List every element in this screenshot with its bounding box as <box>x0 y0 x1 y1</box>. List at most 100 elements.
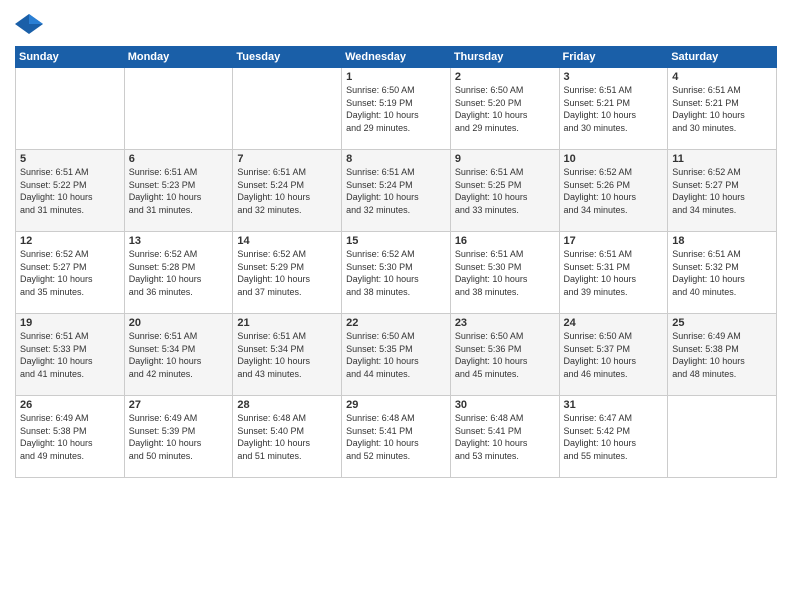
day-info: Sunrise: 6:48 AM Sunset: 5:40 PM Dayligh… <box>237 412 337 462</box>
day-info: Sunrise: 6:51 AM Sunset: 5:24 PM Dayligh… <box>346 166 446 216</box>
day-info: Sunrise: 6:52 AM Sunset: 5:30 PM Dayligh… <box>346 248 446 298</box>
day-info: Sunrise: 6:50 AM Sunset: 5:37 PM Dayligh… <box>564 330 664 380</box>
logo-icon <box>15 10 43 38</box>
day-number: 27 <box>129 399 229 411</box>
day-number: 6 <box>129 153 229 165</box>
week-row-5: 26Sunrise: 6:49 AM Sunset: 5:38 PM Dayli… <box>16 396 777 478</box>
day-info: Sunrise: 6:51 AM Sunset: 5:22 PM Dayligh… <box>20 166 120 216</box>
day-number: 11 <box>672 153 772 165</box>
day-number: 23 <box>455 317 555 329</box>
day-info: Sunrise: 6:52 AM Sunset: 5:29 PM Dayligh… <box>237 248 337 298</box>
day-info: Sunrise: 6:49 AM Sunset: 5:39 PM Dayligh… <box>129 412 229 462</box>
calendar-cell: 8Sunrise: 6:51 AM Sunset: 5:24 PM Daylig… <box>342 150 451 232</box>
logo <box>15 10 47 38</box>
day-info: Sunrise: 6:51 AM Sunset: 5:34 PM Dayligh… <box>237 330 337 380</box>
calendar-body: 1Sunrise: 6:50 AM Sunset: 5:19 PM Daylig… <box>16 68 777 478</box>
day-info: Sunrise: 6:49 AM Sunset: 5:38 PM Dayligh… <box>672 330 772 380</box>
day-info: Sunrise: 6:51 AM Sunset: 5:32 PM Dayligh… <box>672 248 772 298</box>
day-info: Sunrise: 6:51 AM Sunset: 5:23 PM Dayligh… <box>129 166 229 216</box>
day-info: Sunrise: 6:51 AM Sunset: 5:34 PM Dayligh… <box>129 330 229 380</box>
day-info: Sunrise: 6:47 AM Sunset: 5:42 PM Dayligh… <box>564 412 664 462</box>
day-number: 19 <box>20 317 120 329</box>
day-number: 29 <box>346 399 446 411</box>
calendar-cell: 7Sunrise: 6:51 AM Sunset: 5:24 PM Daylig… <box>233 150 342 232</box>
page: SundayMondayTuesdayWednesdayThursdayFrid… <box>0 0 792 612</box>
week-row-3: 12Sunrise: 6:52 AM Sunset: 5:27 PM Dayli… <box>16 232 777 314</box>
calendar-cell: 4Sunrise: 6:51 AM Sunset: 5:21 PM Daylig… <box>668 68 777 150</box>
day-info: Sunrise: 6:52 AM Sunset: 5:27 PM Dayligh… <box>20 248 120 298</box>
day-number: 13 <box>129 235 229 247</box>
day-header-friday: Friday <box>559 47 668 68</box>
day-number: 16 <box>455 235 555 247</box>
day-number: 17 <box>564 235 664 247</box>
day-number: 12 <box>20 235 120 247</box>
calendar-cell: 19Sunrise: 6:51 AM Sunset: 5:33 PM Dayli… <box>16 314 125 396</box>
day-number: 15 <box>346 235 446 247</box>
calendar-cell: 22Sunrise: 6:50 AM Sunset: 5:35 PM Dayli… <box>342 314 451 396</box>
calendar-cell: 9Sunrise: 6:51 AM Sunset: 5:25 PM Daylig… <box>450 150 559 232</box>
calendar-cell <box>124 68 233 150</box>
calendar-cell: 18Sunrise: 6:51 AM Sunset: 5:32 PM Dayli… <box>668 232 777 314</box>
calendar-header: SundayMondayTuesdayWednesdayThursdayFrid… <box>16 47 777 68</box>
calendar-cell <box>16 68 125 150</box>
calendar-cell: 13Sunrise: 6:52 AM Sunset: 5:28 PM Dayli… <box>124 232 233 314</box>
week-row-4: 19Sunrise: 6:51 AM Sunset: 5:33 PM Dayli… <box>16 314 777 396</box>
day-number: 28 <box>237 399 337 411</box>
day-number: 24 <box>564 317 664 329</box>
day-info: Sunrise: 6:48 AM Sunset: 5:41 PM Dayligh… <box>346 412 446 462</box>
calendar-cell: 3Sunrise: 6:51 AM Sunset: 5:21 PM Daylig… <box>559 68 668 150</box>
calendar-cell <box>668 396 777 478</box>
day-number: 14 <box>237 235 337 247</box>
calendar-cell: 31Sunrise: 6:47 AM Sunset: 5:42 PM Dayli… <box>559 396 668 478</box>
week-row-1: 1Sunrise: 6:50 AM Sunset: 5:19 PM Daylig… <box>16 68 777 150</box>
day-info: Sunrise: 6:50 AM Sunset: 5:35 PM Dayligh… <box>346 330 446 380</box>
day-info: Sunrise: 6:52 AM Sunset: 5:27 PM Dayligh… <box>672 166 772 216</box>
day-number: 1 <box>346 71 446 83</box>
day-info: Sunrise: 6:50 AM Sunset: 5:20 PM Dayligh… <box>455 84 555 134</box>
day-header-wednesday: Wednesday <box>342 47 451 68</box>
day-info: Sunrise: 6:51 AM Sunset: 5:30 PM Dayligh… <box>455 248 555 298</box>
day-header-sunday: Sunday <box>16 47 125 68</box>
day-number: 26 <box>20 399 120 411</box>
calendar-cell: 30Sunrise: 6:48 AM Sunset: 5:41 PM Dayli… <box>450 396 559 478</box>
day-number: 31 <box>564 399 664 411</box>
calendar-cell: 21Sunrise: 6:51 AM Sunset: 5:34 PM Dayli… <box>233 314 342 396</box>
calendar-cell: 1Sunrise: 6:50 AM Sunset: 5:19 PM Daylig… <box>342 68 451 150</box>
calendar-cell: 12Sunrise: 6:52 AM Sunset: 5:27 PM Dayli… <box>16 232 125 314</box>
day-info: Sunrise: 6:51 AM Sunset: 5:33 PM Dayligh… <box>20 330 120 380</box>
day-number: 8 <box>346 153 446 165</box>
calendar-cell: 6Sunrise: 6:51 AM Sunset: 5:23 PM Daylig… <box>124 150 233 232</box>
day-header-tuesday: Tuesday <box>233 47 342 68</box>
calendar-cell: 14Sunrise: 6:52 AM Sunset: 5:29 PM Dayli… <box>233 232 342 314</box>
calendar-cell: 25Sunrise: 6:49 AM Sunset: 5:38 PM Dayli… <box>668 314 777 396</box>
day-info: Sunrise: 6:51 AM Sunset: 5:24 PM Dayligh… <box>237 166 337 216</box>
calendar-cell: 15Sunrise: 6:52 AM Sunset: 5:30 PM Dayli… <box>342 232 451 314</box>
day-header-monday: Monday <box>124 47 233 68</box>
day-number: 10 <box>564 153 664 165</box>
calendar-cell: 17Sunrise: 6:51 AM Sunset: 5:31 PM Dayli… <box>559 232 668 314</box>
week-row-2: 5Sunrise: 6:51 AM Sunset: 5:22 PM Daylig… <box>16 150 777 232</box>
day-info: Sunrise: 6:50 AM Sunset: 5:19 PM Dayligh… <box>346 84 446 134</box>
day-number: 18 <box>672 235 772 247</box>
header <box>15 10 777 38</box>
day-number: 21 <box>237 317 337 329</box>
calendar-cell <box>233 68 342 150</box>
day-header-thursday: Thursday <box>450 47 559 68</box>
calendar-cell: 5Sunrise: 6:51 AM Sunset: 5:22 PM Daylig… <box>16 150 125 232</box>
calendar-cell: 29Sunrise: 6:48 AM Sunset: 5:41 PM Dayli… <box>342 396 451 478</box>
calendar-cell: 24Sunrise: 6:50 AM Sunset: 5:37 PM Dayli… <box>559 314 668 396</box>
day-info: Sunrise: 6:48 AM Sunset: 5:41 PM Dayligh… <box>455 412 555 462</box>
day-number: 22 <box>346 317 446 329</box>
day-number: 20 <box>129 317 229 329</box>
day-number: 7 <box>237 153 337 165</box>
day-info: Sunrise: 6:51 AM Sunset: 5:21 PM Dayligh… <box>564 84 664 134</box>
day-info: Sunrise: 6:50 AM Sunset: 5:36 PM Dayligh… <box>455 330 555 380</box>
day-info: Sunrise: 6:49 AM Sunset: 5:38 PM Dayligh… <box>20 412 120 462</box>
day-info: Sunrise: 6:52 AM Sunset: 5:26 PM Dayligh… <box>564 166 664 216</box>
calendar-cell: 16Sunrise: 6:51 AM Sunset: 5:30 PM Dayli… <box>450 232 559 314</box>
day-info: Sunrise: 6:52 AM Sunset: 5:28 PM Dayligh… <box>129 248 229 298</box>
days-header-row: SundayMondayTuesdayWednesdayThursdayFrid… <box>16 47 777 68</box>
calendar-cell: 20Sunrise: 6:51 AM Sunset: 5:34 PM Dayli… <box>124 314 233 396</box>
day-info: Sunrise: 6:51 AM Sunset: 5:21 PM Dayligh… <box>672 84 772 134</box>
day-number: 30 <box>455 399 555 411</box>
